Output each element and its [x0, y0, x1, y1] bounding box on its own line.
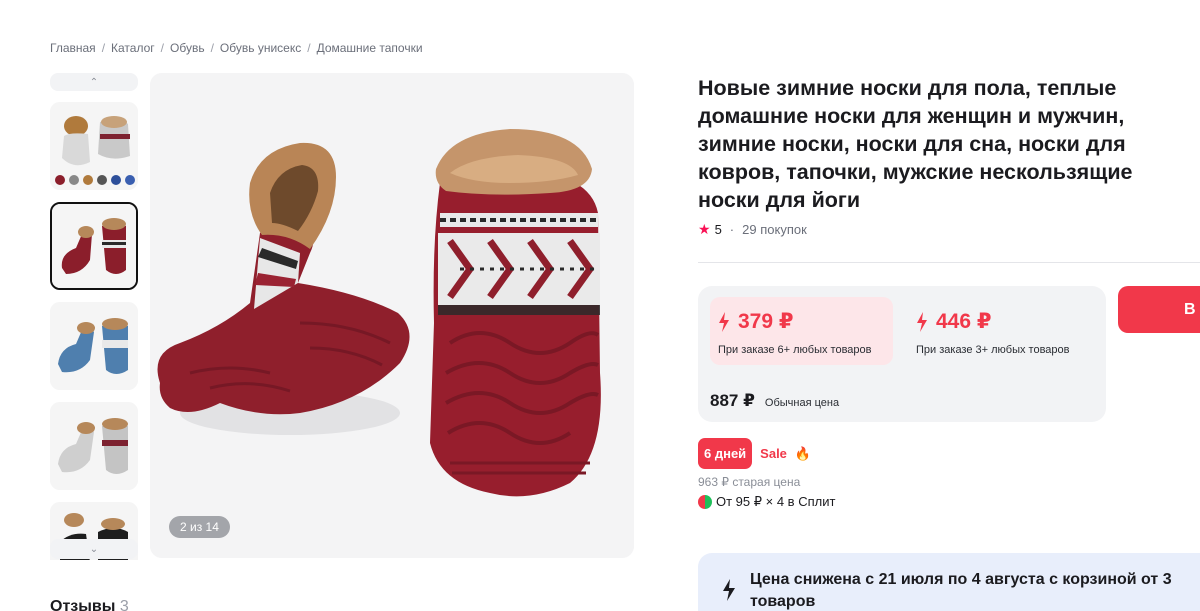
purchases-count: 29 покупок [742, 222, 807, 237]
promo-text: Цена снижена с 21 июля по 4 августа с ко… [750, 571, 1172, 610]
thumbnail-2[interactable] [50, 202, 138, 290]
regular-price-label: Обычная цена [764, 397, 840, 409]
breadcrumb-separator: / [307, 41, 311, 55]
split-logo-icon [698, 495, 712, 509]
breadcrumb-item-catalog[interactable]: Каталог [111, 41, 155, 55]
price-tier-6plus-value-row: 379 ₽ [718, 309, 793, 334]
sale-label: Sale [760, 446, 787, 461]
sock-thumbnail-image [52, 204, 136, 288]
price-tier-6plus[interactable]: 379 ₽ При заказе 6+ любых товаров [710, 297, 893, 365]
thumbnail-1[interactable] [50, 102, 138, 190]
reviews-count: 3 [119, 598, 129, 611]
breadcrumb-item-unisex-shoes[interactable]: Обувь унисекс [220, 41, 301, 55]
breadcrumb-item-shoes[interactable]: Обувь [170, 41, 205, 55]
thumbnail-4[interactable] [50, 402, 138, 490]
regular-price-value: 887 ₽ [710, 391, 755, 410]
chevron-up-icon[interactable]: ⌃ [50, 73, 138, 91]
price-card: 379 ₽ При заказе 6+ любых товаров 446 ₽ … [698, 286, 1106, 422]
sock-thumbnail-image [50, 102, 138, 190]
breadcrumb-item-slippers[interactable]: Домашние тапочки [317, 41, 423, 55]
add-to-cart-button[interactable]: В [1118, 286, 1200, 333]
breadcrumb-separator: / [160, 41, 164, 55]
breadcrumb-separator: / [210, 41, 214, 55]
reviews-heading[interactable]: Отзывы 3 [50, 598, 129, 611]
price-tier-3plus-note: При заказе 3+ любых товаров [916, 344, 1070, 356]
promo-banner[interactable]: Цена снижена с 21 июля по 4 августа с ко… [698, 553, 1200, 611]
sock-product-photo [150, 73, 634, 558]
fire-icon: 🔥 [794, 445, 812, 461]
thumbnail-list: ⌃ ⌄ [50, 73, 138, 560]
price-tier-3plus[interactable]: 446 ₽ При заказе 3+ любых товаров [908, 297, 1098, 365]
lightning-icon [723, 579, 735, 601]
chevron-down-icon[interactable]: ⌄ [50, 539, 138, 559]
main-product-image[interactable] [150, 73, 634, 558]
days-left-badge: 6 дней [698, 438, 753, 469]
breadcrumb-item-home[interactable]: Главная [50, 41, 96, 55]
breadcrumb-separator: / [101, 41, 106, 55]
image-counter-badge: 2 из 14 [169, 516, 230, 538]
split-payment-text: От 95 ₽ × 4 в Сплит [716, 494, 836, 509]
reviews-label: Отзывы [50, 598, 116, 611]
rating-row[interactable]: ★ 5 · 29 покупок [698, 221, 807, 238]
product-title: Новые зимние носки для пола, теплые дома… [698, 76, 1133, 212]
price-tier-6plus-note: При заказе 6+ любых товаров [718, 344, 872, 356]
breadcrumb: Главная / Каталог / Обувь / Обувь унисек… [50, 41, 423, 55]
price-tier-6plus-value: 379 ₽ [738, 310, 794, 333]
rating-score: 5 [714, 222, 722, 237]
sock-thumbnail-image [50, 302, 138, 390]
split-payment[interactable]: От 95 ₽ × 4 в Сплит [698, 494, 835, 510]
thumbnail-3[interactable] [50, 302, 138, 390]
divider [698, 262, 1200, 263]
sock-thumbnail-image [50, 402, 138, 490]
lightning-icon [917, 311, 927, 332]
star-icon: ★ [698, 221, 711, 237]
sale-row: 6 дней Sale 🔥 [698, 438, 811, 469]
lightning-icon [719, 311, 729, 332]
old-price: 963 ₽ старая цена [698, 475, 801, 489]
regular-price-row: 887 ₽ Обычная цена [710, 391, 839, 411]
rating-separator: · [729, 222, 735, 237]
price-tier-3plus-value-row: 446 ₽ [916, 309, 991, 334]
price-tier-3plus-value: 446 ₽ [936, 310, 992, 333]
